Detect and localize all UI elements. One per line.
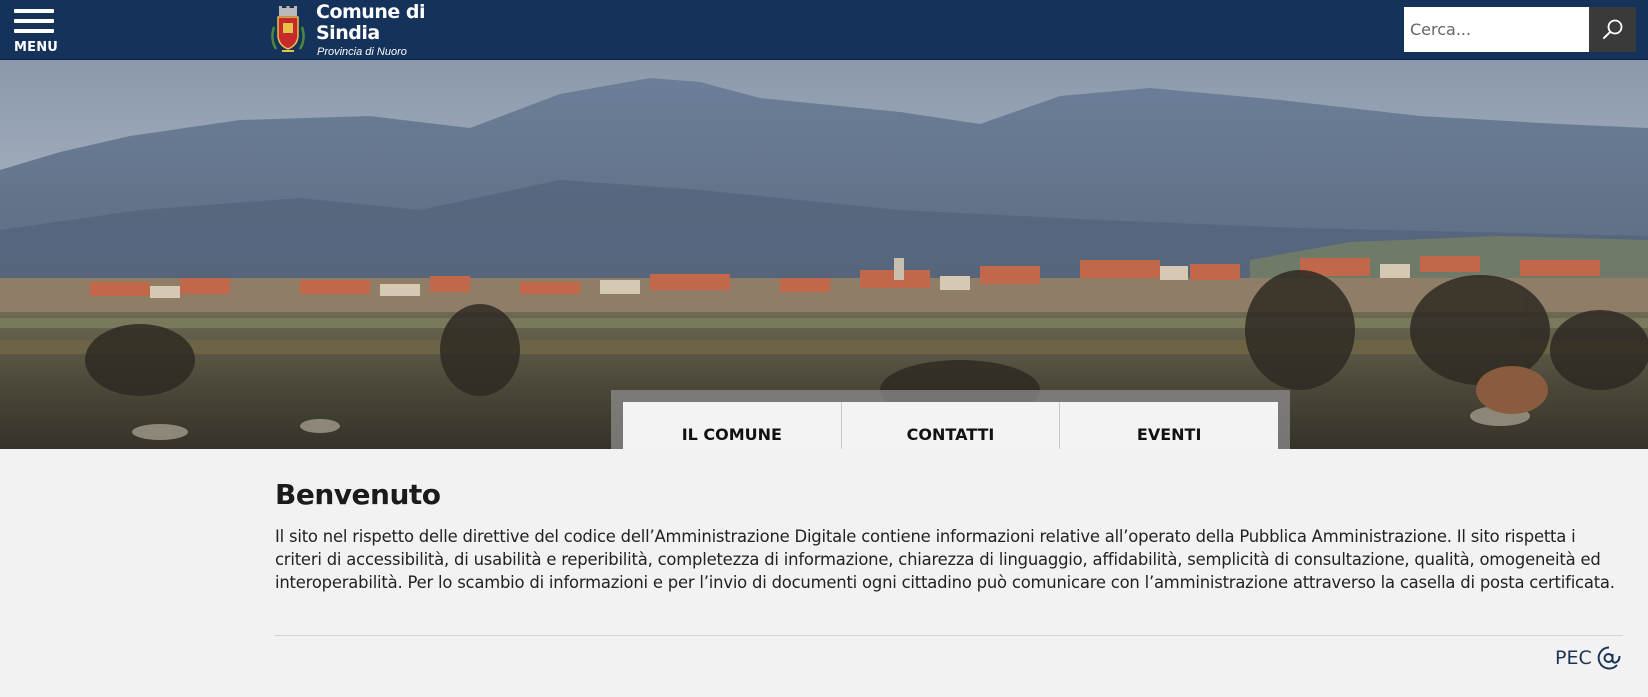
search-form bbox=[1404, 7, 1636, 52]
welcome-title: Benvenuto bbox=[275, 478, 441, 511]
hero-banner: IL COMUNE CONTATTI EVENTI bbox=[0, 60, 1648, 449]
welcome-section: Benvenuto Il sito nel rispetto delle dir… bbox=[275, 478, 1623, 594]
search-icon bbox=[1603, 19, 1623, 39]
hamburger-icon bbox=[14, 9, 54, 13]
hamburger-icon-bar bbox=[14, 19, 54, 23]
menu-button[interactable]: MENU bbox=[12, 6, 59, 56]
quick-link-contatti[interactable]: CONTATTI bbox=[842, 402, 1061, 449]
search-input[interactable] bbox=[1404, 7, 1589, 52]
search-button[interactable] bbox=[1589, 7, 1636, 52]
hamburger-icon-bar bbox=[14, 29, 54, 33]
quick-link-eventi[interactable]: EVENTI bbox=[1060, 402, 1278, 449]
site-subtitle: Provincia di Nuoro bbox=[317, 46, 407, 58]
site-title: Comune di Sindia bbox=[316, 2, 425, 44]
quick-link-il-comune[interactable]: IL COMUNE bbox=[623, 402, 842, 449]
pec-link[interactable]: PEC bbox=[1555, 643, 1622, 673]
quick-links: IL COMUNE CONTATTI EVENTI bbox=[623, 402, 1278, 449]
coat-of-arms-icon bbox=[271, 6, 305, 52]
site-title-line1: Comune di bbox=[316, 1, 425, 23]
site-title-line2: Sindia bbox=[316, 22, 380, 44]
at-sign-icon bbox=[1597, 646, 1621, 670]
quick-links-panel: IL COMUNE CONTATTI EVENTI bbox=[611, 390, 1290, 449]
section-divider bbox=[275, 635, 1623, 636]
pec-label: PEC bbox=[1555, 647, 1592, 669]
site-header: MENU Comune di Sindia Provincia di Nuoro bbox=[0, 0, 1648, 60]
welcome-text: Il sito nel rispetto delle direttive del… bbox=[275, 527, 1615, 592]
menu-label: MENU bbox=[14, 40, 59, 55]
